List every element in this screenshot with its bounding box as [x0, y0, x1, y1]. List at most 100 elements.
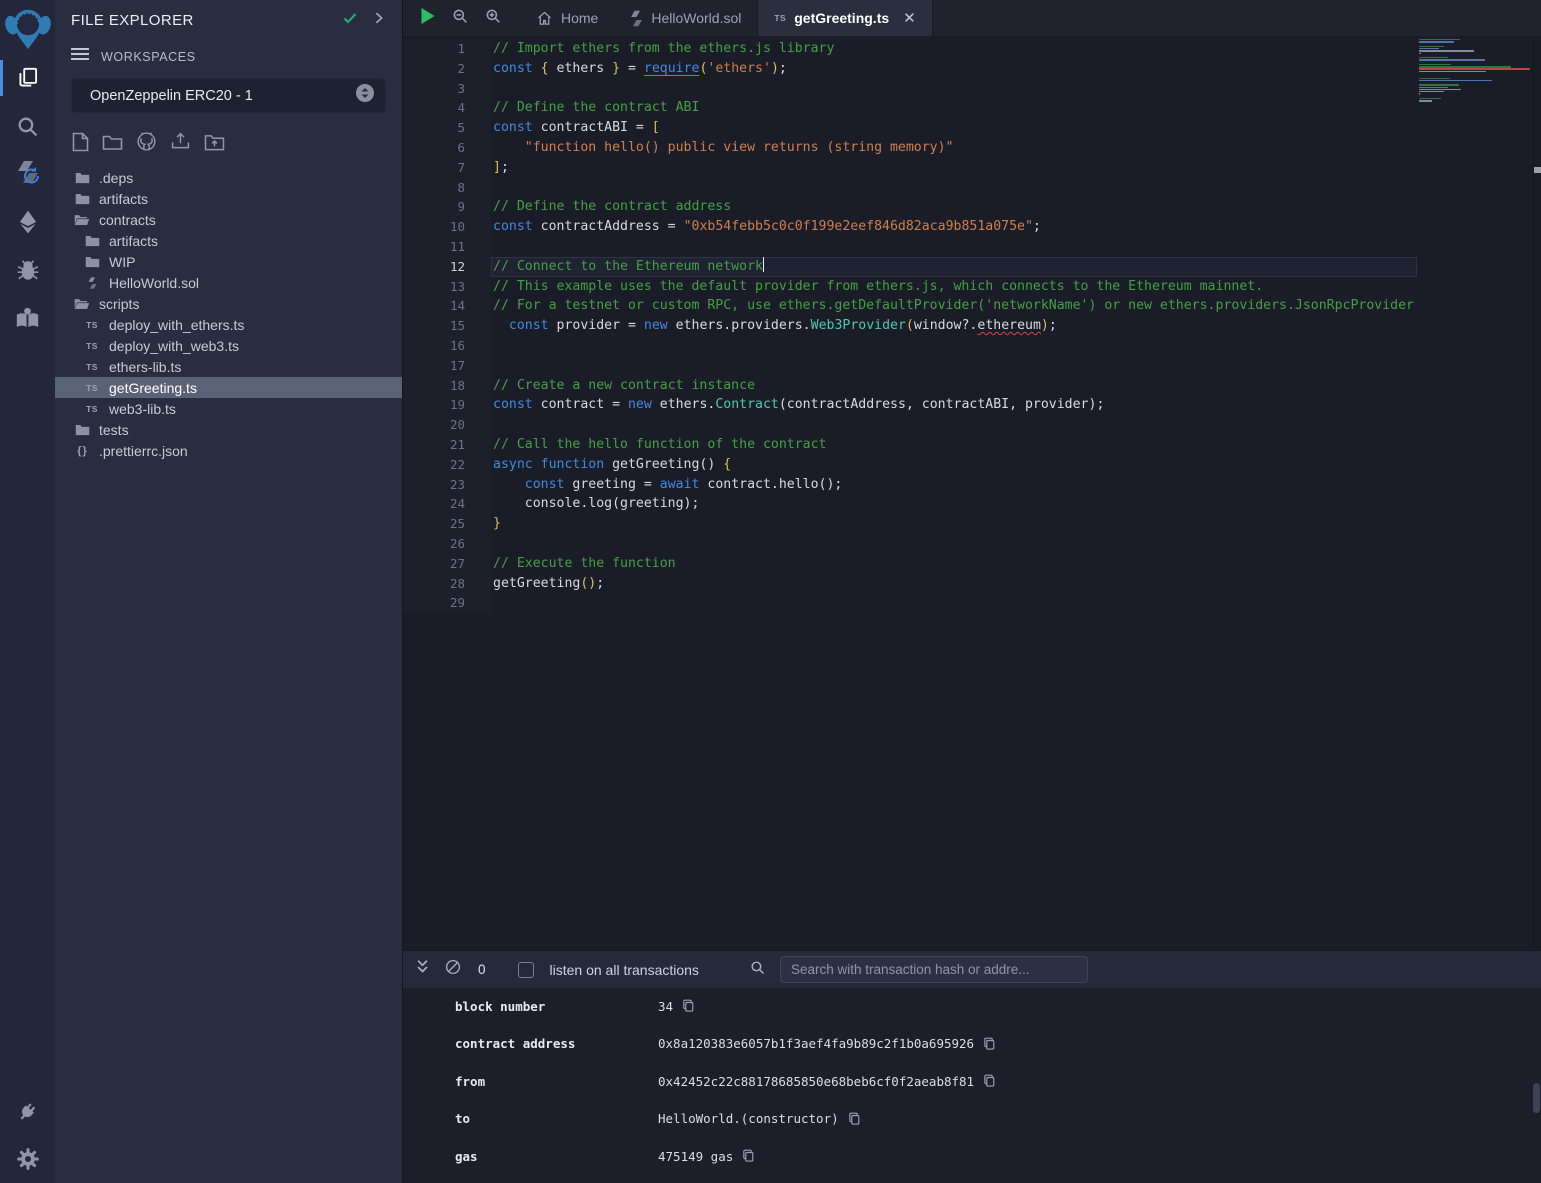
- upload-file-icon[interactable]: [170, 131, 191, 157]
- tree-item--deps[interactable]: .deps: [55, 167, 402, 188]
- tree-item-artifacts[interactable]: artifacts: [55, 188, 402, 209]
- code-line[interactable]: 2const { ethers } = require('ethers');: [403, 59, 1417, 79]
- code-line[interactable]: 24 console.log(greeting);: [403, 494, 1417, 514]
- minimap-line: [1419, 59, 1485, 60]
- new-folder-icon[interactable]: [102, 133, 123, 156]
- code-line[interactable]: 21// Call the hello function of the cont…: [403, 435, 1417, 455]
- line-number: 24: [403, 494, 491, 514]
- chevron-right-icon[interactable]: [372, 11, 386, 30]
- code-line[interactable]: 19const contract = new ethers.Contract(c…: [403, 395, 1417, 415]
- minimap-line: [1419, 48, 1439, 49]
- sidebar-item-plugin-manager[interactable]: [0, 1087, 55, 1135]
- code-line[interactable]: 15 const provider = new ethers.providers…: [403, 316, 1417, 336]
- copy-icon[interactable]: [983, 1074, 996, 1088]
- tx-detail-value: 34: [658, 999, 673, 1014]
- tree-item-deploy-with-ethers-ts[interactable]: TSdeploy_with_ethers.ts: [55, 314, 402, 335]
- code-line[interactable]: 3: [403, 79, 1417, 99]
- new-file-icon[interactable]: [72, 132, 89, 157]
- code-line[interactable]: 16: [403, 336, 1417, 356]
- sidebar-item-debugger[interactable]: [0, 246, 55, 294]
- sidebar-item-deploy-run[interactable]: [0, 198, 55, 246]
- github-icon[interactable]: [136, 131, 157, 157]
- tree-item-tests[interactable]: tests: [55, 419, 402, 440]
- line-number: 7: [403, 158, 491, 178]
- zoom-in-icon[interactable]: [484, 7, 502, 30]
- tree-item--prettierrc-json[interactable]: { }.prettierrc.json: [55, 440, 402, 461]
- file-tree: .depsartifactscontractsartifactsWIPHello…: [55, 167, 402, 461]
- code-line[interactable]: 25}: [403, 514, 1417, 534]
- code-line[interactable]: 10const contractAddress = "0xb54febb5c0c…: [403, 217, 1417, 237]
- code-line[interactable]: 8: [403, 178, 1417, 198]
- sidebar-item-search[interactable]: [0, 102, 55, 150]
- tx-detail-label: gas: [455, 1149, 658, 1164]
- solidity-icon: [630, 10, 643, 27]
- transaction-details: block number34contract address0x8a120383…: [403, 996, 1541, 1166]
- line-content: const contractAddress = "0xb54febb5c0c0f…: [491, 217, 1417, 237]
- tab-getgreeting-ts[interactable]: TS getGreeting.ts ✕: [757, 0, 932, 36]
- minimap-line: [1419, 80, 1492, 81]
- tab-home[interactable]: Home: [520, 0, 614, 36]
- minimap[interactable]: [1417, 36, 1533, 950]
- sidebar-item-file-explorer[interactable]: [0, 54, 55, 102]
- listen-transactions-checkbox[interactable]: [518, 962, 534, 978]
- scrollbar-thumb[interactable]: [1534, 167, 1541, 173]
- tab-helloworld-sol[interactable]: HelloWorld.sol: [614, 0, 757, 36]
- code-line[interactable]: 20: [403, 415, 1417, 435]
- tree-item-ethers-lib-ts[interactable]: TSethers-lib.ts: [55, 356, 402, 377]
- hamburger-menu-icon[interactable]: [71, 47, 89, 66]
- code-line[interactable]: 22async function getGreeting() {: [403, 455, 1417, 475]
- remix-logo-icon[interactable]: [3, 2, 53, 54]
- tree-item-deploy-with-web3-ts[interactable]: TSdeploy_with_web3.ts: [55, 335, 402, 356]
- file-name: WIP: [109, 254, 135, 270]
- zoom-out-icon[interactable]: [451, 7, 469, 30]
- code-line[interactable]: 7];: [403, 158, 1417, 178]
- tx-detail-label: block number: [455, 999, 658, 1014]
- clear-console-icon[interactable]: [444, 958, 462, 981]
- code-line[interactable]: 18// Create a new contract instance: [403, 376, 1417, 396]
- copy-icon[interactable]: [848, 1112, 861, 1126]
- code-line[interactable]: 17: [403, 356, 1417, 376]
- tree-item-getgreeting-ts[interactable]: TSgetGreeting.ts: [55, 377, 402, 398]
- code-line[interactable]: 9// Define the contract address: [403, 197, 1417, 217]
- tree-item-contracts[interactable]: contracts: [55, 209, 402, 230]
- code-line[interactable]: 5const contractABI = [: [403, 118, 1417, 138]
- home-icon: [536, 10, 553, 27]
- text-cursor: [763, 257, 765, 272]
- code-line[interactable]: 4// Define the contract ABI: [403, 98, 1417, 118]
- workspace-select[interactable]: OpenZeppelin ERC20 - 1: [71, 78, 386, 113]
- code-line[interactable]: 13// This example uses the default provi…: [403, 277, 1417, 297]
- import-folder-icon[interactable]: [204, 133, 225, 156]
- copy-icon[interactable]: [983, 1037, 996, 1051]
- copy-icon[interactable]: [682, 999, 695, 1013]
- code-line[interactable]: 26: [403, 534, 1417, 554]
- code-line[interactable]: 1// Import ethers from the ethers.js lib…: [403, 39, 1417, 59]
- tree-item-scripts[interactable]: scripts: [55, 293, 402, 314]
- tree-item-wip[interactable]: WIP: [55, 251, 402, 272]
- expand-terminal-icon[interactable]: [415, 959, 430, 980]
- code-line[interactable]: 6 "function hello() public view returns …: [403, 138, 1417, 158]
- terminal-search-input[interactable]: [780, 956, 1088, 983]
- tx-detail-value: 475149 gas: [658, 1149, 733, 1164]
- line-number: 23: [403, 475, 491, 495]
- copy-icon[interactable]: [742, 1149, 755, 1163]
- line-number: 25: [403, 514, 491, 534]
- sidebar-item-settings[interactable]: [0, 1135, 55, 1183]
- tree-item-web3-lib-ts[interactable]: TSweb3-lib.ts: [55, 398, 402, 419]
- code-line[interactable]: 23 const greeting = await contract.hello…: [403, 475, 1417, 495]
- terminal-scrollbar-thumb[interactable]: [1533, 1083, 1540, 1113]
- editor-scrollbar[interactable]: [1533, 36, 1541, 950]
- code-line[interactable]: 14// For a testnet or custom RPC, use et…: [403, 296, 1417, 316]
- close-tab-icon[interactable]: ✕: [903, 9, 916, 27]
- run-script-button[interactable]: [419, 7, 436, 30]
- sidebar-item-solidity-compiler[interactable]: [0, 150, 55, 198]
- code-line[interactable]: 28getGreeting();: [403, 574, 1417, 594]
- sidebar-item-learneth[interactable]: [0, 294, 55, 342]
- code-line[interactable]: 29: [403, 593, 1417, 613]
- tree-item-artifacts[interactable]: artifacts: [55, 230, 402, 251]
- code-line[interactable]: 11: [403, 237, 1417, 257]
- file-name: getGreeting.ts: [109, 380, 197, 396]
- code-editor[interactable]: 1// Import ethers from the ethers.js lib…: [403, 36, 1541, 950]
- tree-item-helloworld-sol[interactable]: HelloWorld.sol: [55, 272, 402, 293]
- code-line[interactable]: 27// Execute the function: [403, 554, 1417, 574]
- code-line[interactable]: 12// Connect to the Ethereum network: [403, 257, 1417, 277]
